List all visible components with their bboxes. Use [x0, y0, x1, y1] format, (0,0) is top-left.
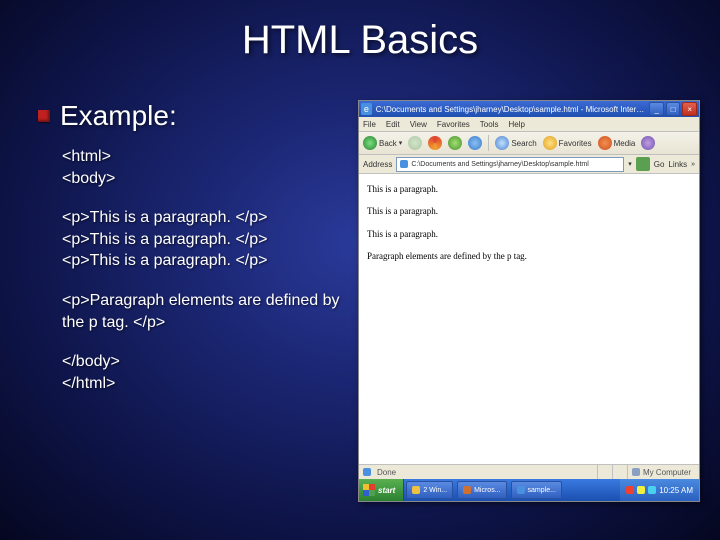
taskbar-button[interactable]: Micros... [457, 481, 506, 499]
code-line: <html> [62, 146, 348, 168]
history-icon[interactable] [641, 136, 655, 150]
menu-edit[interactable]: Edit [386, 120, 400, 129]
back-button[interactable]: Back▾ [363, 136, 402, 150]
rendered-paragraph: This is a paragraph. [367, 182, 691, 196]
windows-flag-icon [363, 484, 375, 496]
address-value: C:\Documents and Settings\jharney\Deskto… [411, 161, 588, 168]
computer-icon [632, 468, 640, 476]
minimize-button[interactable]: _ [649, 102, 664, 116]
tray-icon[interactable] [637, 486, 645, 494]
taskbar-button[interactable]: 2 Win... [406, 481, 453, 499]
code-close-tags: </body> </html> [62, 351, 348, 394]
bullet-icon [38, 110, 50, 122]
code-line: <p>This is a paragraph. </p> [62, 207, 348, 229]
code-line: </body> [62, 351, 348, 373]
search-icon [495, 136, 509, 150]
address-input[interactable]: C:\Documents and Settings\jharney\Deskto… [396, 157, 624, 172]
code-line: <p>This is a paragraph. </p> [62, 250, 348, 272]
links-label[interactable]: Links [668, 160, 687, 169]
links-chevron-icon[interactable]: » [691, 161, 695, 168]
page-icon [400, 160, 408, 168]
browser-addressbar: Address C:\Documents and Settings\jharne… [359, 155, 699, 174]
menu-favorites[interactable]: Favorites [437, 120, 470, 129]
menu-tools[interactable]: Tools [480, 120, 499, 129]
ppt-icon [463, 486, 471, 494]
status-done: Done [377, 468, 396, 477]
go-label: Go [654, 160, 665, 169]
code-paragraphs: <p>This is a paragraph. </p> <p>This is … [62, 207, 348, 272]
taskbar-button[interactable]: sample... [511, 481, 562, 499]
ie-icon [517, 486, 525, 494]
slide-content: Example: <html> <body> <p>This is a para… [38, 100, 348, 412]
browser-toolbar: Back▾ Search Favorites Media [359, 132, 699, 155]
search-button[interactable]: Search [495, 136, 536, 150]
star-icon [543, 136, 557, 150]
ie-logo-icon: e [361, 103, 372, 115]
go-button[interactable] [636, 157, 650, 171]
clock: 10:25 AM [659, 486, 693, 495]
page-icon [363, 468, 371, 476]
system-tray[interactable]: 10:25 AM [620, 479, 699, 501]
browser-titlebar: e C:\Documents and Settings\jharney\Desk… [359, 101, 699, 117]
folder-icon [412, 486, 420, 494]
favorites-button[interactable]: Favorites [543, 136, 592, 150]
code-line: <p>Paragraph elements are defined by the… [62, 290, 348, 333]
menu-help[interactable]: Help [508, 120, 524, 129]
browser-statusbar: Done My Computer [359, 464, 699, 479]
code-line: </html> [62, 373, 348, 395]
browser-menubar: File Edit View Favorites Tools Help [359, 117, 699, 132]
menu-view[interactable]: View [410, 120, 427, 129]
close-button[interactable]: × [682, 102, 697, 116]
menu-file[interactable]: File [363, 120, 376, 129]
address-dropdown-icon[interactable]: ▾ [628, 160, 632, 168]
tray-icon[interactable] [648, 486, 656, 494]
code-explain: <p>Paragraph elements are defined by the… [62, 290, 348, 333]
example-heading: Example: [60, 100, 177, 132]
back-icon [363, 136, 377, 150]
browser-window: e C:\Documents and Settings\jharney\Desk… [358, 100, 700, 502]
browser-viewport: This is a paragraph. This is a paragraph… [359, 174, 699, 464]
refresh-icon[interactable] [448, 136, 462, 150]
code-line: <body> [62, 168, 348, 190]
home-icon[interactable] [468, 136, 482, 150]
rendered-paragraph: This is a paragraph. [367, 204, 691, 218]
stop-icon[interactable] [428, 136, 442, 150]
address-label: Address [363, 160, 392, 169]
status-zone: My Computer [627, 465, 695, 479]
rendered-paragraph: Paragraph elements are defined by the p … [367, 249, 691, 263]
code-open-tags: <html> <body> [62, 146, 348, 189]
chevron-down-icon: ▾ [399, 139, 403, 147]
start-button[interactable]: start [359, 479, 404, 501]
forward-icon[interactable] [408, 136, 422, 150]
code-line: <p>This is a paragraph. </p> [62, 229, 348, 251]
slide-title: HTML Basics [0, 18, 720, 63]
tray-icon[interactable] [626, 486, 634, 494]
browser-title-text: C:\Documents and Settings\jharney\Deskto… [376, 105, 648, 114]
media-icon [598, 136, 612, 150]
maximize-button[interactable]: □ [666, 102, 681, 116]
media-button[interactable]: Media [598, 136, 636, 150]
taskbar: start 2 Win... Micros... sample... 10:25… [359, 479, 699, 501]
rendered-paragraph: This is a paragraph. [367, 227, 691, 241]
